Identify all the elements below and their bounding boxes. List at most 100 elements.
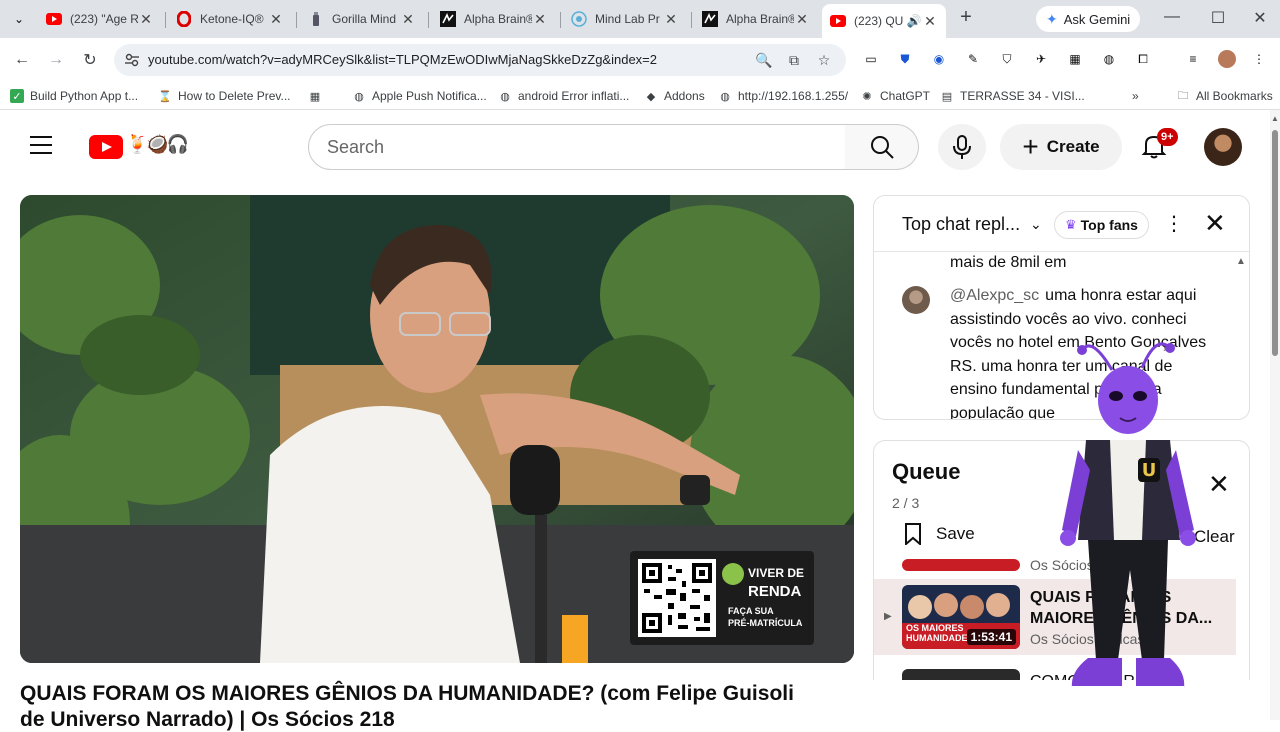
close-window-icon[interactable]: ✕ [1248,8,1272,28]
account-avatar[interactable] [1204,128,1242,166]
all-bookmarks-button[interactable]: 🗀 All Bookmarks [1176,87,1273,105]
tab-search-button[interactable]: ⌄ [6,7,32,31]
extension-shield-icon[interactable]: ⛉ [998,50,1016,68]
bookmark-item[interactable]: ◆ Addons [644,87,705,105]
onnit-icon [702,11,718,27]
chat-author-avatar[interactable] [902,286,930,314]
menu-kebab-icon[interactable]: ⋮ [1250,50,1268,68]
ask-gemini-button[interactable]: ✦ Ask Gemini [1036,6,1141,32]
browser-tab[interactable]: Ketone-IQ® ✕ [168,4,292,34]
extension-icon[interactable]: ◍ [1100,50,1118,68]
close-tab-icon[interactable]: ✕ [922,13,938,30]
close-tab-icon[interactable]: ✕ [532,11,548,28]
diamond-icon: ◆ [646,90,656,103]
apps-grid-icon: ▦ [309,90,321,103]
extension-circle-icon[interactable]: ◉ [930,50,948,68]
bookmark-item[interactable]: ⌛ How to Delete Prev... [158,87,290,105]
qr-call-to-action: FAÇA SUA PRÉ-MATRÍCULA [728,606,803,628]
browser-tab[interactable]: Mind Lab Pr ✕ [563,4,687,34]
extension-icon[interactable]: ✈ [1032,50,1050,68]
browser-toolbar: ← → ↻ youtube.com/watch?v=adyMRCeySlk&li… [0,38,1280,82]
extension-icon[interactable]: ✎ [964,50,982,68]
close-tab-icon[interactable]: ✕ [794,11,810,28]
scrollbar-thumb[interactable] [1272,130,1278,356]
puzzle-icon[interactable]: ⧠ [1134,50,1152,68]
zoom-icon[interactable]: 🔍 [754,50,774,70]
leaf-icon [722,563,744,585]
search-input[interactable] [309,125,845,169]
more-options-icon[interactable]: ⋮ [1164,212,1184,236]
page-scrollbar[interactable]: ▲ [1270,110,1280,720]
video-title: QUAIS FORAM OS MAIORES GÊNIOS DA HUMANID… [20,682,794,705]
bookmark-item[interactable]: ✺ ChatGPT [860,87,930,105]
browser-tab[interactable]: Alpha Brain® ✕ [694,4,818,34]
close-tab-icon[interactable]: ✕ [400,11,416,28]
audio-playing-icon[interactable]: 🔊 [906,14,922,28]
top-fans-button[interactable]: ♛ Top fans [1054,211,1149,239]
bookmark-item[interactable]: ◍ http://192.168.1.255/ [718,87,848,105]
qr-promo-card: VIVER DE RENDA FAÇA SUA PRÉ-MATRÍCULA [630,551,814,645]
minimize-icon[interactable]: — [1160,8,1184,26]
youtube-icon [46,11,62,27]
plus-icon: + [1022,131,1039,162]
extension-icon[interactable]: ▭ [862,50,880,68]
shield-icon[interactable]: ⛊ [896,50,914,68]
bookmark-item[interactable]: ◍ android Error inflati... [498,87,629,105]
video-duration: 1:53:41 [966,629,1016,645]
chevron-down-icon[interactable]: ⌄ [1030,216,1042,233]
bookmark-star-icon[interactable]: ☆ [814,50,834,70]
hourglass-icon: ⌛ [158,90,172,103]
queue-item-thumbnail [902,559,1020,571]
media-controls-icon[interactable]: ≡ [1184,50,1202,68]
profile-avatar[interactable] [1218,50,1236,68]
globe-icon: ◍ [500,90,510,103]
bookmark-item[interactable]: ▤ TERRASSE 34 - VISI... [940,87,1085,105]
search-box[interactable] [308,124,846,170]
close-icon[interactable]: ✕ [1204,210,1226,236]
chat-header: Top chat repl... ⌄ ♛ Top fans ⋮ ✕ [874,196,1249,252]
extension-grid-icon[interactable]: ▦ [1066,50,1084,68]
browser-tab[interactable]: (223) "Age R ✕ [38,4,162,34]
video-player[interactable]: VIVER DE RENDA FAÇA SUA PRÉ-MATRÍCULA [20,195,854,663]
address-bar[interactable]: youtube.com/watch?v=adyMRCeySlk&list=TLP… [114,44,846,76]
qr-code [638,559,716,637]
bookmark-item[interactable]: ◍ Apple Push Notifica... [352,87,487,105]
youtube-doodle-icon[interactable]: 🍹🥥🎧 [126,134,189,155]
youtube-header: 🍹🥥🎧 +Create 9+ [0,110,1270,182]
reload-icon[interactable]: ↻ [78,48,102,72]
maximize-icon[interactable]: ☐ [1206,8,1230,28]
scroll-up-icon[interactable]: ▲ [1236,256,1246,267]
checkbox-icon: ✓ [10,89,24,103]
bookmarks-bar: ✓ Build Python App t... ⌛ How to Delete Pr… [0,82,1280,110]
queue-title: Queue [892,459,961,484]
onnit-icon [440,11,456,27]
create-button[interactable]: + Create [1000,124,1122,170]
browser-tab-active[interactable]: (223) QU 🔊 ✕ [822,4,946,38]
browser-tab[interactable]: Gorilla Mind ✕ [300,4,424,34]
browser-tab-strip: ⌄ (223) "Age R ✕ Ketone-IQ® ✕ Gorilla Mi… [0,0,1280,38]
url-text[interactable]: youtube.com/watch?v=adyMRCeySlk&list=TLP… [148,52,657,67]
close-tab-icon[interactable]: ✕ [268,11,284,28]
bookmark-item[interactable]: ▦ [308,87,328,105]
hamburger-menu-icon[interactable] [30,136,54,156]
bookmark-item[interactable]: ✓ Build Python App t... [10,87,138,105]
site-settings-icon[interactable] [124,52,140,68]
bookmarks-overflow-icon[interactable]: » [1132,87,1139,105]
globe-icon: ◍ [720,90,730,103]
folder-icon: 🗀 [1177,89,1189,102]
chevron-down-icon: ⌄ [13,12,25,26]
close-tab-icon[interactable]: ✕ [663,11,679,28]
voice-search-button[interactable] [938,124,986,170]
chat-author-name[interactable]: @Alexpc_sc [950,287,1039,304]
back-arrow-icon[interactable]: ← [10,48,34,72]
close-tab-icon[interactable]: ✕ [138,11,154,28]
browser-tab[interactable]: Alpha Brain® ✕ [432,4,556,34]
install-app-icon[interactable]: ⧉ [784,50,804,70]
close-icon[interactable]: ✕ [1208,471,1230,497]
search-button[interactable] [845,124,919,170]
forward-arrow-icon[interactable]: → [44,48,68,72]
scroll-up-icon[interactable]: ▲ [1271,114,1279,123]
new-tab-button[interactable]: + [956,7,976,28]
youtube-logo[interactable] [89,135,123,159]
chat-mode-selector[interactable]: Top chat repl... [902,214,1020,235]
